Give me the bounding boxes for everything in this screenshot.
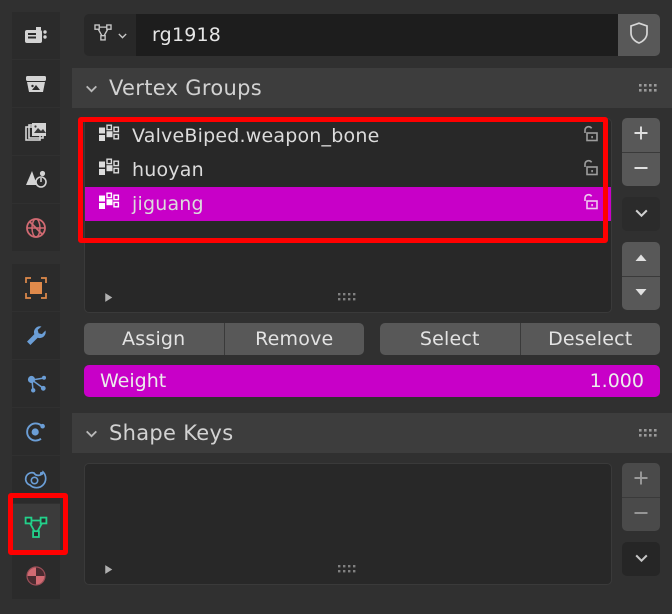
tab-world[interactable]: [12, 204, 60, 251]
list-item-label: huoyan: [132, 159, 204, 181]
weight-slider[interactable]: Weight 1.000: [84, 365, 660, 397]
datablock-bar: rg1918: [84, 14, 660, 56]
chevron-down-icon: [117, 26, 128, 45]
images-icon: [23, 119, 49, 145]
camera-back-icon: [23, 23, 49, 49]
remove-vertex-group-button[interactable]: [622, 152, 660, 186]
chevron-down-icon[interactable]: [84, 426, 99, 441]
tab-constraints[interactable]: [12, 456, 60, 503]
triangle-up-icon: [633, 250, 649, 269]
tab-modifiers[interactable]: [12, 312, 60, 359]
list-item[interactable]: ValveBiped.weapon_bone: [85, 119, 611, 153]
tab-material[interactable]: [12, 552, 60, 599]
constraint-icon: [23, 467, 49, 493]
chevron-down-icon[interactable]: [84, 81, 99, 96]
grip-dots-icon[interactable]: [638, 426, 658, 440]
cone-sphere-icon: [23, 167, 49, 193]
deselect-button[interactable]: Deselect: [519, 323, 660, 355]
plus-icon: [632, 469, 650, 491]
vertex-groups-panel-header[interactable]: Vertex Groups: [72, 68, 672, 108]
minus-icon: [632, 504, 650, 526]
list-item[interactable]: huoyan: [85, 153, 611, 187]
move-group: [622, 242, 660, 310]
vertex-groups-list[interactable]: ValveBiped.weapon_bone huoyan jiguang: [84, 118, 612, 313]
wrench-icon: [23, 323, 49, 349]
chevron-down-icon: [633, 204, 650, 225]
vertex-group-icon: [98, 124, 120, 149]
particles-icon: [23, 371, 49, 397]
add-vertex-group-button[interactable]: [622, 118, 660, 152]
shape-keys-panel-header[interactable]: Shape Keys: [72, 413, 672, 453]
assign-button[interactable]: Assign: [84, 323, 224, 355]
unlock-icon[interactable]: [579, 192, 601, 217]
list-item-selected[interactable]: jiguang: [85, 187, 611, 221]
minus-icon: [632, 159, 650, 181]
vertex-groups-list-footer: [85, 282, 611, 312]
unlock-icon[interactable]: [579, 158, 601, 183]
shape-keys-list-footer: [85, 554, 611, 584]
vertex-group-actions: Assign Remove Select Deselect: [84, 323, 660, 355]
unlock-icon[interactable]: [579, 124, 601, 149]
mesh-data-icon: [92, 22, 114, 48]
properties-tab-rail: [0, 0, 72, 614]
material-ball-icon: [23, 563, 49, 589]
printer-icon: [23, 71, 49, 97]
properties-editor: rg1918 Vertex Groups ValveBiped.weapon_b…: [0, 0, 672, 614]
shape-keys-panel-body: [72, 453, 672, 589]
assign-remove-pair: Assign Remove: [84, 323, 364, 355]
grip-dots-icon[interactable]: [638, 81, 658, 95]
globe-icon: [23, 215, 49, 241]
shield-icon: [628, 21, 650, 49]
list-item-label: jiguang: [132, 193, 204, 215]
tab-particles[interactable]: [12, 360, 60, 407]
shape-key-specials-button[interactable]: [622, 542, 660, 576]
select-deselect-pair: Select Deselect: [380, 323, 660, 355]
shape-keys-list[interactable]: [84, 463, 612, 585]
datablock-browse-button[interactable]: [84, 14, 136, 56]
shape-keys-panel-title: Shape Keys: [109, 421, 234, 445]
select-button[interactable]: Select: [380, 323, 520, 355]
vertex-groups-panel-body: ValveBiped.weapon_bone huoyan jiguang As…: [72, 108, 672, 401]
tab-output[interactable]: [12, 60, 60, 107]
mesh-data-icon: [22, 514, 50, 542]
grip-dots-icon[interactable]: [337, 563, 359, 575]
vertex-groups-panel-title: Vertex Groups: [109, 76, 262, 100]
triangle-right-icon[interactable]: [102, 563, 115, 576]
tab-object-data[interactable]: [12, 504, 60, 551]
remove-shape-key-button[interactable]: [622, 497, 660, 531]
vertex-group-specials-button[interactable]: [622, 197, 660, 231]
tab-render[interactable]: [12, 12, 60, 59]
physics-orbit-icon: [23, 419, 49, 445]
move-vertex-group-down-button[interactable]: [622, 276, 660, 310]
remove-button[interactable]: Remove: [223, 323, 364, 355]
grip-dots-icon[interactable]: [337, 291, 359, 303]
tab-scene[interactable]: [12, 156, 60, 203]
triangle-right-icon[interactable]: [102, 291, 115, 304]
tab-object[interactable]: [12, 264, 60, 311]
shape-keys-side-buttons: [622, 463, 660, 576]
datablock-name-value: rg1918: [152, 24, 222, 46]
move-vertex-group-up-button[interactable]: [622, 242, 660, 276]
weight-label: Weight: [100, 370, 167, 392]
add-remove-group: [622, 118, 660, 186]
vertex-groups-side-buttons: [622, 118, 660, 310]
list-item-label: ValveBiped.weapon_bone: [132, 125, 380, 147]
properties-content: rg1918 Vertex Groups ValveBiped.weapon_b…: [72, 0, 672, 614]
shape-key-add-remove-group: [622, 463, 660, 531]
datablock-name-input[interactable]: rg1918: [136, 14, 618, 56]
fake-user-toggle[interactable]: [618, 14, 660, 56]
vertex-group-icon: [98, 192, 120, 217]
add-shape-key-button[interactable]: [622, 463, 660, 497]
chevron-down-icon: [633, 549, 650, 570]
orange-square-icon: [23, 275, 49, 301]
tab-view-layer[interactable]: [12, 108, 60, 155]
triangle-down-icon: [633, 284, 649, 303]
tab-physics[interactable]: [12, 408, 60, 455]
plus-icon: [632, 124, 650, 146]
vertex-group-icon: [98, 158, 120, 183]
weight-value: 1.000: [589, 370, 644, 392]
